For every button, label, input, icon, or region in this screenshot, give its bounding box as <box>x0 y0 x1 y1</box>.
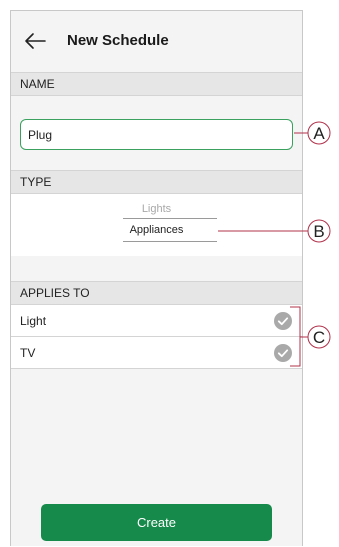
device-row-light[interactable]: Light <box>11 305 302 337</box>
create-button[interactable]: Create <box>41 504 272 541</box>
spacer <box>11 256 302 281</box>
picker-divider <box>123 241 217 242</box>
type-picker[interactable]: Lights Appliances <box>11 194 302 256</box>
check-circle-icon[interactable] <box>274 312 292 330</box>
check-circle-icon[interactable] <box>274 344 292 362</box>
callout-a-label: A <box>313 124 325 143</box>
header: New Schedule <box>11 11 302 72</box>
device-row-tv[interactable]: TV <box>11 337 302 369</box>
name-section-label: NAME <box>11 72 302 96</box>
callout-b-label: B <box>313 222 325 241</box>
app-screen: New Schedule NAME TYPE Lights Appliances… <box>10 10 303 546</box>
type-option-lights[interactable]: Lights <box>11 203 302 215</box>
callout-c-label: C <box>312 328 326 347</box>
schedule-name-input[interactable] <box>20 119 293 150</box>
type-section-label: TYPE <box>11 170 302 194</box>
picker-divider <box>123 218 217 219</box>
device-label: TV <box>20 346 36 360</box>
applies-to-section-label: APPLIES TO <box>11 281 302 305</box>
back-arrow-icon[interactable] <box>23 32 47 50</box>
page-title: New Schedule <box>67 32 169 49</box>
name-section <box>11 96 302 168</box>
device-label: Light <box>20 314 47 328</box>
type-option-appliances[interactable]: Appliances <box>11 224 302 236</box>
